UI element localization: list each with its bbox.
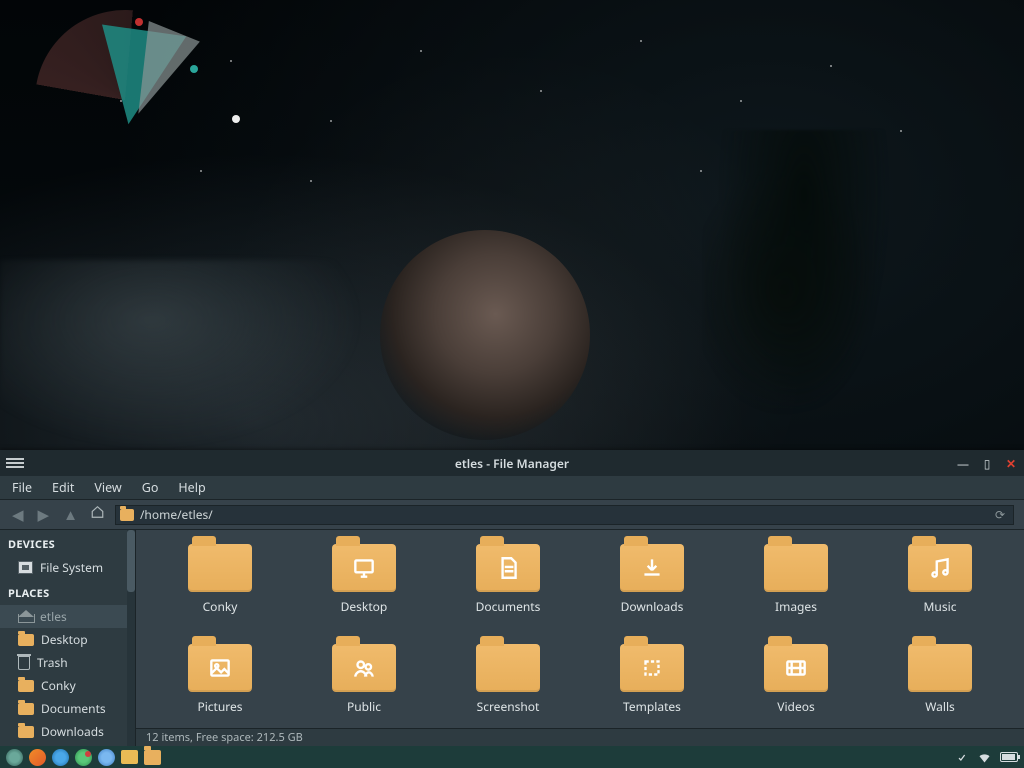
folder-public[interactable]: Public bbox=[292, 644, 436, 728]
folder-icon bbox=[908, 644, 972, 692]
folder-documents[interactable]: Documents bbox=[436, 544, 580, 644]
videos-folder-icon bbox=[764, 644, 828, 692]
downloads-folder-icon bbox=[620, 544, 684, 592]
home-button[interactable] bbox=[90, 505, 105, 524]
sidebar-scrollbar[interactable] bbox=[127, 530, 135, 746]
launcher-icon[interactable] bbox=[98, 749, 115, 766]
folder-templates[interactable]: Templates bbox=[580, 644, 724, 728]
pictures-folder-icon bbox=[188, 644, 252, 692]
trash-icon bbox=[18, 656, 30, 670]
templates-folder-icon bbox=[620, 644, 684, 692]
sidebar-item-documents[interactable]: Documents bbox=[0, 697, 135, 720]
reload-icon[interactable]: ⟳ bbox=[995, 506, 1009, 523]
folder-icon bbox=[18, 703, 34, 715]
folder-desktop[interactable]: Desktop bbox=[292, 544, 436, 644]
folder-icon bbox=[120, 509, 134, 521]
titlebar[interactable]: etles - File Manager — ▯ ✕ bbox=[0, 450, 1024, 476]
home-icon bbox=[18, 610, 33, 623]
up-button[interactable]: ▲ bbox=[61, 505, 80, 525]
sidebar-item-downloads[interactable]: Downloads bbox=[0, 720, 135, 743]
battery-icon[interactable] bbox=[1000, 752, 1018, 762]
app-menu-button[interactable] bbox=[6, 749, 23, 766]
desktop-folder-icon bbox=[332, 544, 396, 592]
sidebar-item-conky[interactable]: Conky bbox=[0, 674, 135, 697]
sidebar-header-places: PLACES bbox=[0, 579, 135, 605]
taskbar bbox=[0, 746, 1024, 768]
folder-icon bbox=[476, 644, 540, 692]
music-folder-icon bbox=[908, 544, 972, 592]
forward-button[interactable]: ▶ bbox=[36, 505, 52, 525]
folder-screenshot[interactable]: Screenshot bbox=[436, 644, 580, 728]
folder-images[interactable]: Images bbox=[724, 544, 868, 644]
folder-walls[interactable]: Walls bbox=[868, 644, 1012, 728]
wallpaper-clouds bbox=[0, 260, 380, 460]
status-text: 12 items, Free space: 212.5 GB bbox=[146, 730, 303, 745]
drive-icon bbox=[18, 561, 33, 574]
hamburger-icon[interactable] bbox=[6, 458, 24, 468]
sidebar-item-desktop[interactable]: Desktop bbox=[0, 628, 135, 651]
menu-view[interactable]: View bbox=[94, 479, 121, 496]
menu-file[interactable]: File bbox=[12, 479, 32, 496]
file-manager-launcher[interactable] bbox=[144, 750, 161, 765]
firefox-launcher[interactable] bbox=[29, 749, 46, 766]
documents-folder-icon bbox=[476, 544, 540, 592]
folder-conky[interactable]: Conky bbox=[148, 544, 292, 644]
file-manager-window: etles - File Manager — ▯ ✕ File Edit Vie… bbox=[0, 450, 1024, 746]
sidebar-header-devices: DEVICES bbox=[0, 530, 135, 556]
launcher-icon[interactable] bbox=[52, 749, 69, 766]
folder-icon bbox=[18, 634, 34, 646]
folder-downloads[interactable]: Downloads bbox=[580, 544, 724, 644]
sidebar-item-trash[interactable]: Trash bbox=[0, 651, 135, 674]
statusbar: 12 items, Free space: 212.5 GB bbox=[136, 728, 1024, 746]
close-button[interactable]: ✕ bbox=[1004, 456, 1018, 470]
folder-icon bbox=[188, 544, 252, 592]
icon-view[interactable]: Conky Desktop Documents Downloads Images bbox=[136, 530, 1024, 728]
minimize-button[interactable]: — bbox=[956, 456, 970, 470]
location-bar[interactable]: /home/etles/ ⟳ bbox=[115, 505, 1014, 525]
folder-icon bbox=[18, 680, 34, 692]
folder-icon bbox=[764, 544, 828, 592]
public-folder-icon bbox=[332, 644, 396, 692]
wallpaper-moon bbox=[380, 230, 590, 440]
power-icon[interactable] bbox=[954, 750, 969, 765]
wallpaper-tree bbox=[704, 130, 904, 450]
folder-pictures[interactable]: Pictures bbox=[148, 644, 292, 728]
folder-videos[interactable]: Videos bbox=[724, 644, 868, 728]
launcher-icon[interactable] bbox=[75, 749, 92, 766]
system-tray bbox=[954, 750, 1018, 765]
sidebar-item-etles[interactable]: etles bbox=[0, 605, 135, 628]
folder-music[interactable]: Music bbox=[868, 544, 1012, 644]
menu-go[interactable]: Go bbox=[142, 479, 159, 496]
clock-widget bbox=[35, 10, 225, 130]
menu-edit[interactable]: Edit bbox=[52, 479, 74, 496]
folder-icon bbox=[18, 726, 34, 738]
window-title: etles - File Manager bbox=[0, 455, 1024, 472]
back-button[interactable]: ◀ bbox=[10, 505, 26, 525]
maximize-button[interactable]: ▯ bbox=[980, 456, 994, 470]
launcher-icon[interactable] bbox=[121, 750, 138, 764]
sidebar: DEVICES File System PLACES etles Desktop… bbox=[0, 530, 136, 746]
location-path: /home/etles/ bbox=[140, 506, 213, 523]
sidebar-item-filesystem[interactable]: File System bbox=[0, 556, 135, 579]
toolbar: ◀ ▶ ▲ /home/etles/ ⟳ bbox=[0, 500, 1024, 530]
menu-help[interactable]: Help bbox=[178, 479, 205, 496]
wifi-icon[interactable] bbox=[977, 750, 992, 765]
menubar: File Edit View Go Help bbox=[0, 476, 1024, 500]
